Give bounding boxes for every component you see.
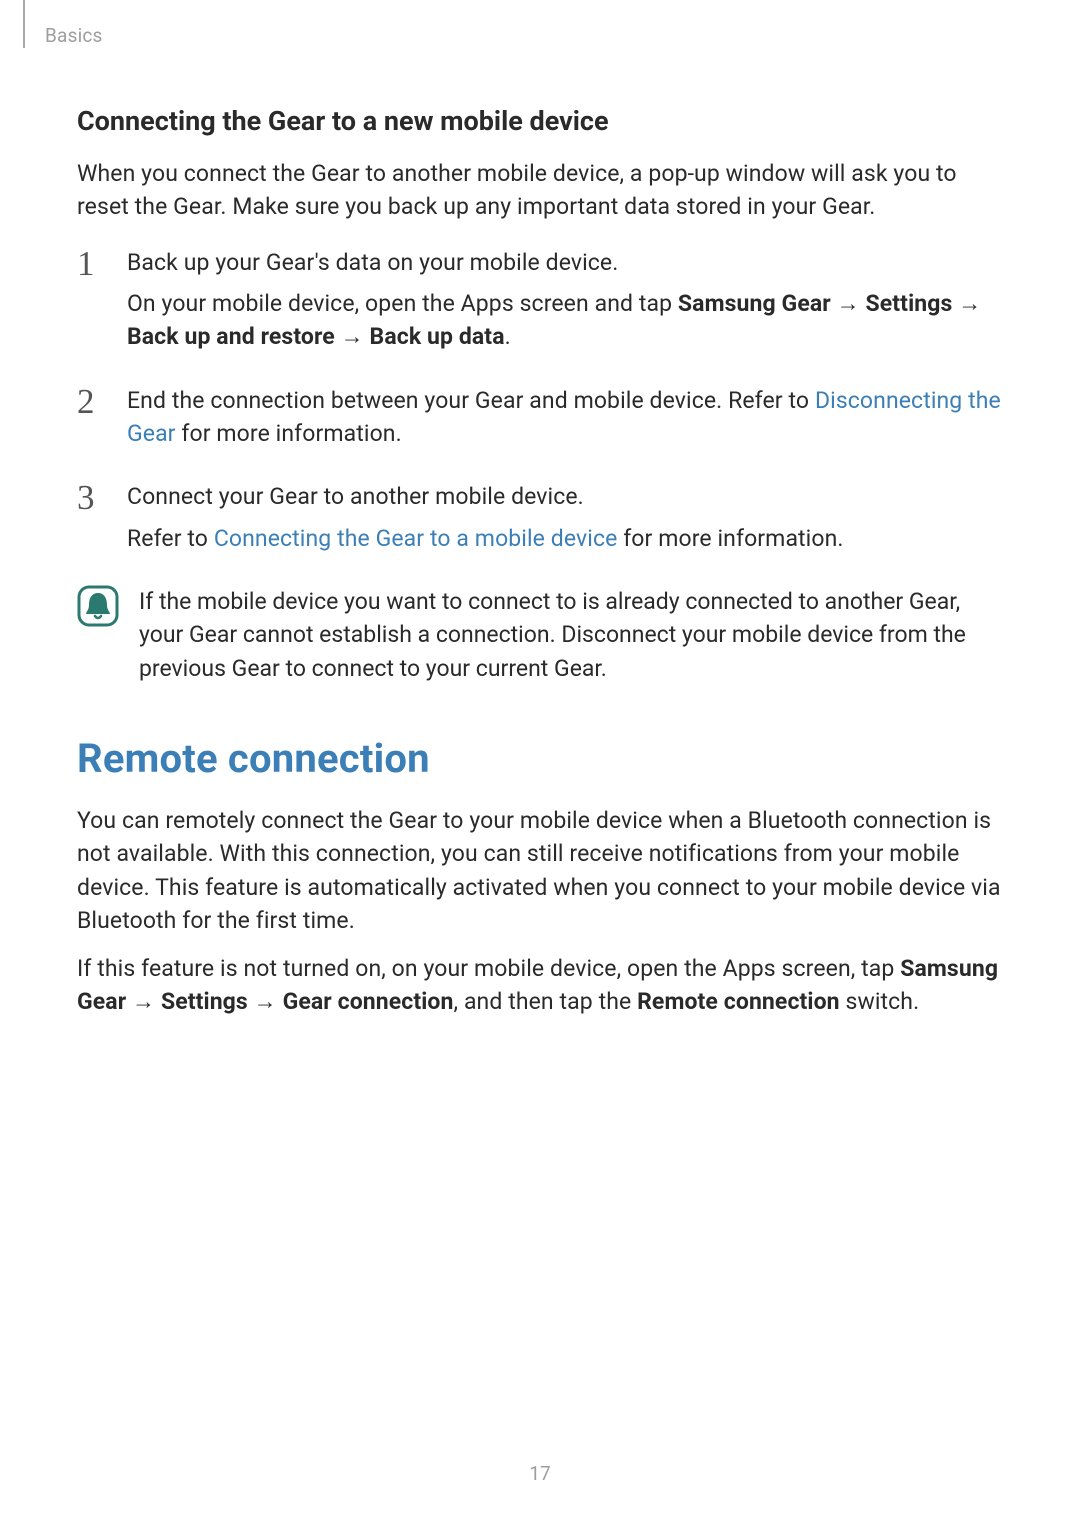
step-1-line-2: On your mobile device, open the Apps scr… [127,287,1002,354]
step-body: End the connection between your Gear and… [127,384,1002,459]
bold-text: Settings [866,290,953,317]
link-connecting[interactable]: Connecting the Gear to a mobile device [214,525,618,552]
text: for more information. [176,420,402,447]
step-body: Back up your Gear's data on your mobile … [127,246,1002,362]
text: switch. [840,988,920,1015]
step-1: 1 Back up your Gear's data on your mobil… [77,246,1002,362]
arrow-icon: → [952,290,981,317]
arrow-icon: → [335,323,370,350]
text: . [505,323,511,350]
bold-text: Remote connection [637,988,840,1015]
bell-icon [77,585,119,627]
note-text: If the mobile device you want to connect… [139,585,1002,685]
intro-paragraph: When you connect the Gear to another mob… [77,157,1002,224]
page-content: Connecting the Gear to a new mobile devi… [77,105,1002,1018]
text: Refer to [127,525,214,552]
text: On your mobile device, open the Apps scr… [127,290,678,317]
remote-paragraph-2: If this feature is not turned on, on you… [77,952,1002,1019]
remote-paragraph-1: You can remotely connect the Gear to you… [77,804,1002,937]
step-2: 2 End the connection between your Gear a… [77,384,1002,459]
text: for more information. [617,525,843,552]
bold-text: Gear connection [283,988,454,1015]
step-3-line-1: Connect your Gear to another mobile devi… [127,480,1002,513]
step-number: 1 [77,246,113,362]
step-3: 3 Connect your Gear to another mobile de… [77,480,1002,563]
bold-text: Settings [161,988,248,1015]
step-body: Connect your Gear to another mobile devi… [127,480,1002,563]
header-tick [23,0,25,48]
breadcrumb: Basics [45,24,103,47]
step-number: 3 [77,480,113,563]
step-number: 2 [77,384,113,459]
section-heading-remote-connection: Remote connection [77,735,1002,782]
text: If this feature is not turned on, on you… [77,955,900,982]
bold-text: Samsung Gear [678,290,831,317]
arrow-icon: → [248,988,283,1015]
bold-text: Back up data [370,323,505,350]
page-number: 17 [0,1462,1080,1485]
arrow-icon: → [831,290,866,317]
note-callout: If the mobile device you want to connect… [77,585,1002,685]
text: , and then tap the [454,988,638,1015]
bold-text: Back up and restore [127,323,335,350]
sub-heading: Connecting the Gear to a new mobile devi… [77,105,1002,137]
text: End the connection between your Gear and… [127,387,815,414]
step-3-line-2: Refer to Connecting the Gear to a mobile… [127,522,1002,555]
arrow-icon: → [126,988,161,1015]
step-1-line-1: Back up your Gear's data on your mobile … [127,246,1002,279]
step-2-line: End the connection between your Gear and… [127,384,1002,451]
